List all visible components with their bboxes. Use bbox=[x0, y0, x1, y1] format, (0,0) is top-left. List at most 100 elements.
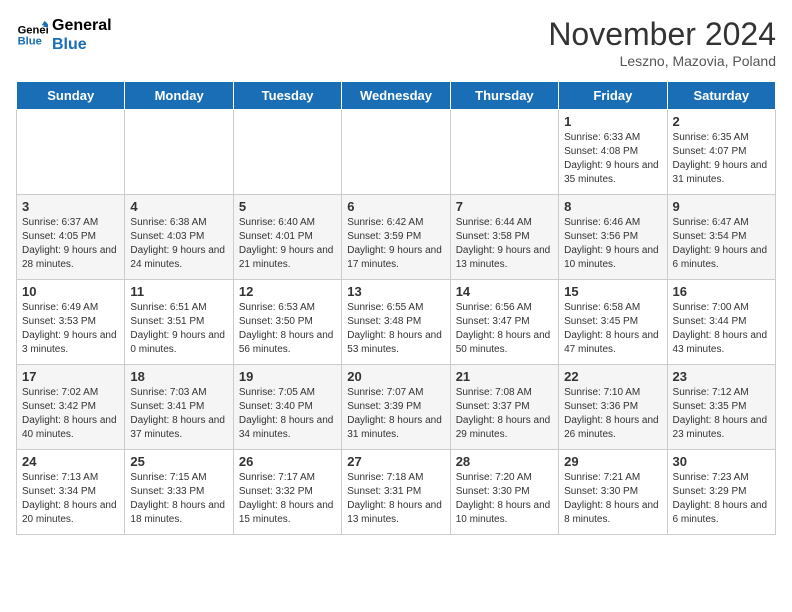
logo-blue: Blue bbox=[52, 35, 112, 54]
header-tuesday: Tuesday bbox=[233, 82, 341, 110]
day-info: Sunrise: 7:08 AM Sunset: 3:37 PM Dayligh… bbox=[456, 386, 553, 442]
day-number: 17 bbox=[22, 369, 119, 384]
calendar-cell: 22 Sunrise: 7:10 AM Sunset: 3:36 PM Dayli… bbox=[559, 365, 667, 450]
calendar-subtitle: Leszno, Mazovia, Poland bbox=[548, 53, 776, 69]
week-row-3: 17 Sunrise: 7:02 AM Sunset: 3:42 PM Dayli… bbox=[17, 365, 776, 450]
header-wednesday: Wednesday bbox=[342, 82, 450, 110]
header-sunday: Sunday bbox=[17, 82, 125, 110]
header-friday: Friday bbox=[559, 82, 667, 110]
day-number: 21 bbox=[456, 369, 553, 384]
day-info: Sunrise: 7:13 AM Sunset: 3:34 PM Dayligh… bbox=[22, 471, 119, 527]
calendar-cell bbox=[450, 110, 558, 195]
calendar-cell: 30Sunrise: 7:23 AM Sunset: 3:29 PM Dayli… bbox=[667, 450, 775, 535]
day-number: 26 bbox=[239, 454, 336, 469]
day-number: 1 bbox=[564, 114, 661, 129]
day-info: Sunrise: 6:58 AM Sunset: 3:45 PM Dayligh… bbox=[564, 301, 661, 357]
day-number: 25 bbox=[130, 454, 227, 469]
day-number: 8 bbox=[564, 199, 661, 214]
day-number: 24 bbox=[22, 454, 119, 469]
calendar-cell bbox=[17, 110, 125, 195]
logo: General Blue General Blue bbox=[16, 16, 112, 54]
week-row-2: 10Sunrise: 6:49 AM Sunset: 3:53 PM Dayli… bbox=[17, 280, 776, 365]
day-number: 19 bbox=[239, 369, 336, 384]
day-number: 20 bbox=[347, 369, 444, 384]
day-number: 18 bbox=[130, 369, 227, 384]
calendar-cell: 17 Sunrise: 7:02 AM Sunset: 3:42 PM Dayli… bbox=[17, 365, 125, 450]
calendar-cell: 21 Sunrise: 7:08 AM Sunset: 3:37 PM Dayli… bbox=[450, 365, 558, 450]
week-row-4: 24 Sunrise: 7:13 AM Sunset: 3:34 PM Dayli… bbox=[17, 450, 776, 535]
day-info: Sunrise: 7:18 AM Sunset: 3:31 PM Dayligh… bbox=[347, 471, 444, 527]
title-block: November 2024 Leszno, Mazovia, Poland bbox=[548, 16, 776, 69]
calendar-cell: 23 Sunrise: 7:12 AM Sunset: 3:35 PM Dayli… bbox=[667, 365, 775, 450]
calendar-cell: 8 Sunrise: 6:46 AM Sunset: 3:56 PM Daylig… bbox=[559, 195, 667, 280]
day-info: Sunrise: 6:56 AM Sunset: 3:47 PM Dayligh… bbox=[456, 301, 553, 357]
calendar-cell: 12 Sunrise: 6:53 AM Sunset: 3:50 PM Dayli… bbox=[233, 280, 341, 365]
day-info: Sunrise: 6:47 AM Sunset: 3:54 PM Dayligh… bbox=[673, 216, 770, 272]
day-info: Sunrise: 7:23 AM Sunset: 3:29 PM Dayligh… bbox=[673, 471, 770, 527]
header-monday: Monday bbox=[125, 82, 233, 110]
day-info: Sunrise: 6:38 AM Sunset: 4:03 PM Dayligh… bbox=[130, 216, 227, 272]
calendar-cell: 25 Sunrise: 7:15 AM Sunset: 3:33 PM Dayli… bbox=[125, 450, 233, 535]
header-row: SundayMondayTuesdayWednesdayThursdayFrid… bbox=[17, 82, 776, 110]
calendar-title: November 2024 bbox=[548, 16, 776, 53]
day-info: Sunrise: 6:35 AM Sunset: 4:07 PM Dayligh… bbox=[673, 131, 770, 187]
day-number: 29 bbox=[564, 454, 661, 469]
calendar-cell bbox=[125, 110, 233, 195]
calendar-cell: 26Sunrise: 7:17 AM Sunset: 3:32 PM Dayli… bbox=[233, 450, 341, 535]
day-number: 5 bbox=[239, 199, 336, 214]
calendar-cell: 1 Sunrise: 6:33 AM Sunset: 4:08 PM Daylig… bbox=[559, 110, 667, 195]
calendar-cell: 2 Sunrise: 6:35 AM Sunset: 4:07 PM Daylig… bbox=[667, 110, 775, 195]
week-row-0: 1 Sunrise: 6:33 AM Sunset: 4:08 PM Daylig… bbox=[17, 110, 776, 195]
day-info: Sunrise: 6:33 AM Sunset: 4:08 PM Dayligh… bbox=[564, 131, 661, 187]
calendar-cell: 27 Sunrise: 7:18 AM Sunset: 3:31 PM Dayli… bbox=[342, 450, 450, 535]
calendar-cell: 16Sunrise: 7:00 AM Sunset: 3:44 PM Dayli… bbox=[667, 280, 775, 365]
calendar-cell: 9Sunrise: 6:47 AM Sunset: 3:54 PM Daylig… bbox=[667, 195, 775, 280]
day-number: 11 bbox=[130, 284, 227, 299]
calendar-cell bbox=[342, 110, 450, 195]
day-number: 10 bbox=[22, 284, 119, 299]
page-header: General Blue General Blue November 2024 … bbox=[16, 16, 776, 69]
day-info: Sunrise: 6:40 AM Sunset: 4:01 PM Dayligh… bbox=[239, 216, 336, 272]
day-info: Sunrise: 7:03 AM Sunset: 3:41 PM Dayligh… bbox=[130, 386, 227, 442]
calendar-cell bbox=[233, 110, 341, 195]
day-info: Sunrise: 6:37 AM Sunset: 4:05 PM Dayligh… bbox=[22, 216, 119, 272]
day-info: Sunrise: 6:53 AM Sunset: 3:50 PM Dayligh… bbox=[239, 301, 336, 357]
calendar-cell: 7Sunrise: 6:44 AM Sunset: 3:58 PM Daylig… bbox=[450, 195, 558, 280]
day-info: Sunrise: 7:12 AM Sunset: 3:35 PM Dayligh… bbox=[673, 386, 770, 442]
day-info: Sunrise: 7:05 AM Sunset: 3:40 PM Dayligh… bbox=[239, 386, 336, 442]
day-info: Sunrise: 6:42 AM Sunset: 3:59 PM Dayligh… bbox=[347, 216, 444, 272]
day-number: 22 bbox=[564, 369, 661, 384]
day-info: Sunrise: 7:07 AM Sunset: 3:39 PM Dayligh… bbox=[347, 386, 444, 442]
day-number: 27 bbox=[347, 454, 444, 469]
calendar-cell: 28Sunrise: 7:20 AM Sunset: 3:30 PM Dayli… bbox=[450, 450, 558, 535]
day-number: 12 bbox=[239, 284, 336, 299]
logo-icon: General Blue bbox=[16, 19, 48, 51]
logo-general: General bbox=[52, 16, 112, 35]
calendar-cell: 6 Sunrise: 6:42 AM Sunset: 3:59 PM Daylig… bbox=[342, 195, 450, 280]
calendar-cell: 13Sunrise: 6:55 AM Sunset: 3:48 PM Dayli… bbox=[342, 280, 450, 365]
week-row-1: 3Sunrise: 6:37 AM Sunset: 4:05 PM Daylig… bbox=[17, 195, 776, 280]
day-number: 6 bbox=[347, 199, 444, 214]
day-number: 15 bbox=[564, 284, 661, 299]
calendar-cell: 20 Sunrise: 7:07 AM Sunset: 3:39 PM Dayli… bbox=[342, 365, 450, 450]
day-info: Sunrise: 7:02 AM Sunset: 3:42 PM Dayligh… bbox=[22, 386, 119, 442]
calendar-cell: 14 Sunrise: 6:56 AM Sunset: 3:47 PM Dayli… bbox=[450, 280, 558, 365]
calendar-cell: 10Sunrise: 6:49 AM Sunset: 3:53 PM Dayli… bbox=[17, 280, 125, 365]
calendar-table: SundayMondayTuesdayWednesdayThursdayFrid… bbox=[16, 81, 776, 535]
header-saturday: Saturday bbox=[667, 82, 775, 110]
day-info: Sunrise: 6:46 AM Sunset: 3:56 PM Dayligh… bbox=[564, 216, 661, 272]
day-number: 4 bbox=[130, 199, 227, 214]
day-number: 16 bbox=[673, 284, 770, 299]
day-info: Sunrise: 7:10 AM Sunset: 3:36 PM Dayligh… bbox=[564, 386, 661, 442]
day-info: Sunrise: 7:21 AM Sunset: 3:30 PM Dayligh… bbox=[564, 471, 661, 527]
svg-text:Blue: Blue bbox=[18, 36, 42, 48]
day-number: 23 bbox=[673, 369, 770, 384]
svg-text:General: General bbox=[18, 25, 48, 37]
day-number: 14 bbox=[456, 284, 553, 299]
day-info: Sunrise: 7:15 AM Sunset: 3:33 PM Dayligh… bbox=[130, 471, 227, 527]
day-number: 2 bbox=[673, 114, 770, 129]
calendar-cell: 29 Sunrise: 7:21 AM Sunset: 3:30 PM Dayli… bbox=[559, 450, 667, 535]
calendar-cell: 19 Sunrise: 7:05 AM Sunset: 3:40 PM Dayli… bbox=[233, 365, 341, 450]
calendar-cell: 4 Sunrise: 6:38 AM Sunset: 4:03 PM Daylig… bbox=[125, 195, 233, 280]
day-info: Sunrise: 7:20 AM Sunset: 3:30 PM Dayligh… bbox=[456, 471, 553, 527]
